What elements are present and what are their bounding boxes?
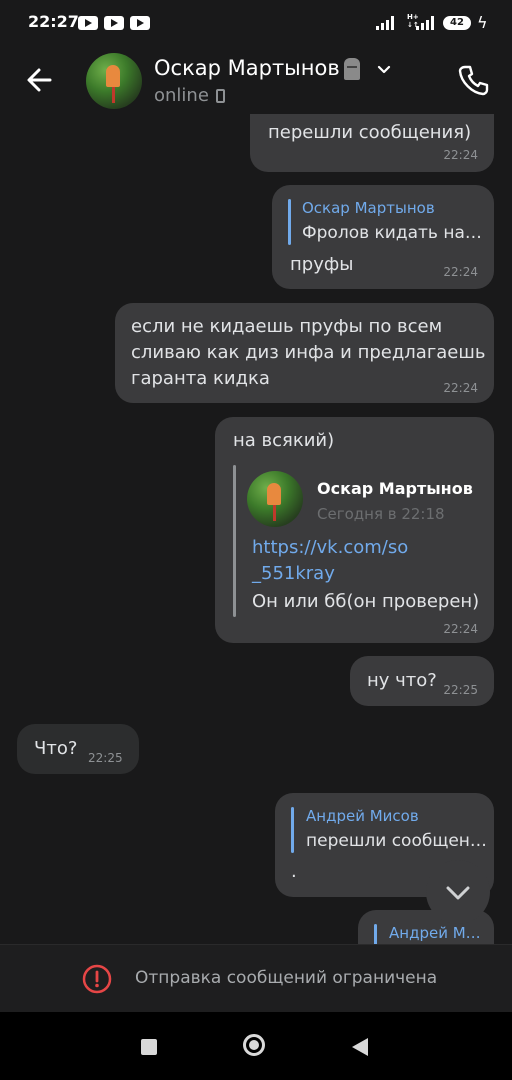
message-time: 22:25 <box>88 751 123 765</box>
message-bubble[interactable]: если не кидаешь пруфы по всем сливаю как… <box>115 303 494 403</box>
message-time: 22:24 <box>443 622 478 636</box>
message-list[interactable]: перешли сообщения) 22:24 Оскар Мартынов … <box>0 114 512 944</box>
forward-author[interactable]: Оскар Мартынов <box>317 479 473 498</box>
message-text: Что? <box>34 738 78 759</box>
reply-text: перешли сообщен… <box>306 831 487 851</box>
reply-quote-bar <box>374 924 377 944</box>
message-text: пруфы <box>290 254 354 275</box>
message-time: 22:24 <box>443 148 478 162</box>
message-time: 22:24 <box>443 381 478 395</box>
reply-author: Андрей М… <box>389 924 481 942</box>
home-icon[interactable] <box>243 1034 265 1056</box>
message-text-line: если не кидаешь пруфы по всем <box>131 316 443 337</box>
contact-avatar[interactable] <box>86 53 142 109</box>
phone-icon[interactable] <box>456 62 492 98</box>
charging-icon: ϟ <box>477 13 488 32</box>
chevron-down-icon[interactable] <box>376 62 392 78</box>
youtube-notification-icon <box>130 16 150 30</box>
message-bubble[interactable]: на всякий) Оскар Мартынов Сегодня в 22:1… <box>215 417 494 643</box>
forward-link[interactable]: _551kray <box>252 561 335 587</box>
signal-icon <box>416 14 438 30</box>
message-text: ну что? <box>367 670 437 691</box>
youtube-notification-icon <box>104 16 124 30</box>
chevron-down-icon <box>446 886 470 900</box>
reply-quote-bar <box>288 199 291 245</box>
message-text: . <box>291 861 297 882</box>
moai-emoji-icon <box>344 58 360 80</box>
forward-link[interactable]: https://vk.com/so <box>252 535 408 561</box>
message-text-line: гаранта кидка <box>131 368 270 389</box>
reply-author: Оскар Мартынов <box>302 199 435 217</box>
message-text: на всякий) <box>233 430 335 451</box>
signal-icon <box>376 14 398 30</box>
warning-icon <box>82 964 112 994</box>
message-bubble[interactable]: перешли сообщения) 22:24 <box>250 114 494 172</box>
messaging-restricted-bar: Отправка сообщений ограничена <box>0 944 512 1013</box>
reply-quote-bar <box>291 807 294 853</box>
forward-date: Сегодня в 22:18 <box>317 505 445 523</box>
message-text: перешли сообщения) <box>268 122 472 143</box>
forward-avatar[interactable] <box>247 471 303 527</box>
restriction-text: Отправка сообщений ограничена <box>135 968 438 988</box>
forward-text: Он или бб(он проверен) <box>252 591 480 612</box>
message-time: 22:25 <box>443 683 478 697</box>
battery-icon: 42 <box>443 16 471 30</box>
message-bubble-incoming[interactable]: Что? 22:25 <box>17 724 139 774</box>
status-bar: 22:27 H+ ↓↑ 42 ϟ <box>0 0 512 48</box>
reply-text: Фролов кидать на… <box>302 223 482 243</box>
youtube-notification-icon <box>78 16 98 30</box>
chat-header: Оскар Мартынов online <box>0 48 512 114</box>
back-arrow-icon[interactable] <box>22 62 58 98</box>
forward-bar <box>233 465 236 617</box>
system-navigation-bar <box>0 1012 512 1080</box>
nav-back-icon[interactable] <box>352 1038 368 1056</box>
message-bubble[interactable]: ну что? 22:25 <box>350 656 494 706</box>
reply-author: Андрей Мисов <box>306 807 419 825</box>
mobile-device-icon <box>216 89 225 103</box>
message-text-line: сливаю как диз инфа и предлагаешь <box>131 342 486 363</box>
online-status: online <box>154 85 209 106</box>
status-time: 22:27 <box>28 12 79 31</box>
recents-icon[interactable] <box>141 1039 157 1055</box>
scroll-down-button[interactable] <box>426 860 490 924</box>
message-time: 22:24 <box>443 265 478 279</box>
message-bubble[interactable]: Оскар Мартынов Фролов кидать на… пруфы 2… <box>272 185 494 289</box>
contact-name[interactable]: Оскар Мартынов <box>154 56 340 80</box>
